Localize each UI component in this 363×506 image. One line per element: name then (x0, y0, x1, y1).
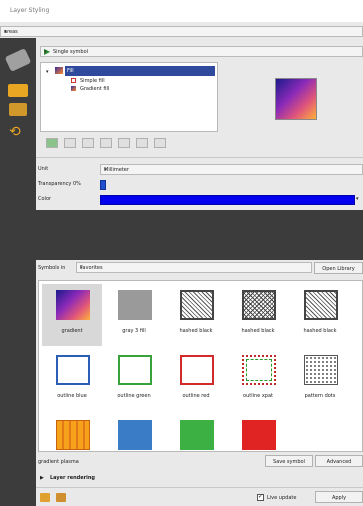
library-item[interactable]: outline blue (42, 349, 102, 411)
title-bar: Layer Styling (0, 0, 363, 22)
library-item[interactable] (166, 414, 226, 451)
symbol-layer-tree[interactable]: ▾ Fill Simple fill Gradient fill (40, 62, 218, 132)
library-item-label: hashed black (241, 328, 275, 334)
checkmark-icon: ✓ (258, 493, 264, 500)
symbol-name-label: gradient plasma (38, 459, 79, 465)
color-dropdown-arrow[interactable]: ▾ (356, 196, 359, 202)
move-down-button[interactable] (136, 138, 148, 148)
chevron-down-icon: ▾ (104, 167, 107, 173)
hatch-swatch-icon (180, 290, 214, 320)
gray-fill-swatch-icon (118, 290, 152, 320)
live-update-checkbox[interactable]: ✓ (257, 493, 264, 501)
tree-root-label: Fill (67, 68, 74, 74)
color-label: Color (38, 196, 52, 202)
dot-pattern-swatch-icon (304, 355, 338, 385)
outline-green-swatch-icon (118, 355, 152, 385)
add-layer-button[interactable] (46, 138, 58, 148)
chevron-down-icon: ▾ (4, 29, 7, 35)
gradient-swatch-icon (56, 290, 90, 320)
library-item[interactable]: hashed black (228, 284, 288, 346)
library-item-label: hashed black (179, 328, 213, 334)
live-update-label: Live update (267, 495, 297, 501)
library-item-label: outline xpat (243, 393, 273, 399)
red-fill-swatch-icon (242, 420, 276, 450)
open-library-button[interactable]: Open Library (314, 262, 363, 274)
color-button[interactable] (100, 195, 355, 205)
library-item[interactable]: outline green (104, 349, 164, 411)
history-icon[interactable]: ⟲ (9, 124, 27, 142)
library-item[interactable]: outline red (166, 349, 226, 411)
renderer-combo[interactable]: ▶ Single symbol ▾ (40, 46, 363, 57)
save-symbol-label: Save symbol (273, 459, 305, 465)
lock-layer-button[interactable] (82, 138, 94, 148)
library-item[interactable]: gradient (42, 284, 102, 346)
advanced-label: Advanced (326, 459, 352, 465)
library-item[interactable]: pattern dots (290, 349, 350, 411)
library-item[interactable] (228, 414, 288, 451)
duplicate-layer-button[interactable] (100, 138, 112, 148)
fill-icon (55, 67, 63, 74)
library-item-label: gradient (61, 328, 83, 334)
library-item[interactable]: gray 3 fill (104, 284, 164, 346)
unit-combo[interactable]: Millimeter ▾ (100, 164, 363, 175)
blue-fill-swatch-icon (118, 420, 152, 450)
library-item[interactable]: hashed black (290, 284, 350, 346)
library-item[interactable] (42, 414, 102, 451)
hatch-swatch-icon (304, 290, 338, 320)
collapse-arrow-icon[interactable]: ▶ (40, 475, 44, 481)
window-title: Layer Styling (10, 7, 50, 14)
layer-options-button[interactable] (154, 138, 166, 148)
outline-blue-swatch-icon (56, 355, 90, 385)
library-item[interactable]: outline xpat (228, 349, 288, 411)
symbol-preview (275, 78, 317, 120)
masks-icon[interactable] (9, 103, 27, 116)
simple-fill-icon (71, 78, 76, 83)
tree-expand-icon[interactable]: ▾ (46, 69, 49, 75)
tree-item-gradient-fill[interactable]: Gradient fill (80, 86, 109, 92)
library-item-label: outline blue (57, 393, 87, 399)
dotted-outline-swatch-icon (242, 355, 276, 385)
unit-label: Unit (38, 166, 49, 172)
library-item[interactable]: hashed black (166, 284, 226, 346)
divider (36, 157, 363, 158)
redo-icon[interactable] (56, 493, 66, 502)
transparency-label: Transparency 0% (38, 181, 81, 187)
library-item-label: gray 3 fill (122, 328, 146, 334)
library-item-label: outline green (117, 393, 151, 399)
green-fill-swatch-icon (180, 420, 214, 450)
tree-selected-row[interactable]: Fill (65, 66, 215, 76)
save-symbol-button[interactable]: Save symbol (265, 455, 313, 467)
move-up-button[interactable] (118, 138, 130, 148)
outline-red-swatch-icon (180, 355, 214, 385)
library-item-label: outline red (182, 393, 210, 399)
remove-layer-button[interactable] (64, 138, 76, 148)
transparency-slider[interactable] (100, 180, 106, 190)
dock-scroll-area (36, 210, 363, 260)
undo-icon[interactable] (40, 493, 50, 502)
apply-button[interactable]: Apply (315, 491, 363, 503)
orange-triangles-swatch-icon (56, 420, 90, 450)
symbols-in-label: Symbols in (38, 265, 66, 271)
layer-combo[interactable]: areas ▾ (0, 26, 363, 37)
chevron-down-icon: ▾ (44, 49, 47, 55)
crosshatch-swatch-icon (242, 290, 276, 320)
layer-rendering-toggle[interactable]: Layer rendering (50, 475, 95, 481)
labels-icon[interactable] (8, 84, 28, 97)
chevron-down-icon: ▾ (80, 265, 83, 271)
library-item[interactable] (104, 414, 164, 451)
symbol-library-grid[interactable]: gradient gray 3 fill hashed black hashed… (38, 280, 363, 452)
advanced-button[interactable]: Advanced (315, 455, 363, 467)
divider (36, 487, 363, 488)
gradient-fill-icon (71, 86, 76, 91)
symbol-group-combo[interactable]: Favorites ▾ (76, 262, 312, 273)
library-item-label: hashed black (303, 328, 337, 334)
apply-label: Apply (331, 495, 347, 501)
open-library-label: Open Library (322, 266, 355, 272)
library-item-label: pattern dots (304, 393, 336, 399)
tree-item-simple-fill[interactable]: Simple fill (80, 78, 105, 84)
